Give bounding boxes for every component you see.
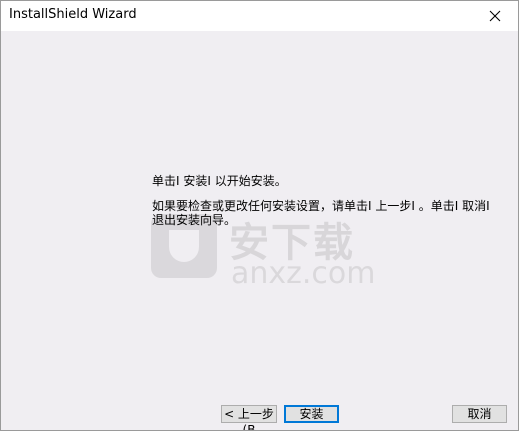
shield-icon [169,230,199,262]
title-bar: InstallShield Wizard [1,1,518,31]
installshield-window: InstallShield Wizard 安下载 anxz.com 单击Ⅰ 安装… [0,0,519,431]
close-button[interactable] [472,1,518,31]
instruction-text-review: 如果要检查或更改任何安装设置，请单击Ⅰ 上一步Ⅰ 。单击Ⅰ 取消Ⅰ 退出安装向导… [152,199,490,227]
wizard-content-panel: 安下载 anxz.com 单击Ⅰ 安装Ⅰ 以开始安装。 如果要检查或更改任何安装… [1,31,518,395]
install-button[interactable]: 安装 [284,405,339,423]
window-title: InstallShield Wizard [9,7,137,22]
wizard-button-row: < 上一步(B 安装 取消 [1,395,518,430]
watermark-en-text: anxz.com [231,256,376,291]
close-icon [489,10,501,22]
cancel-button[interactable]: 取消 [452,405,507,423]
instruction-text-start: 单击Ⅰ 安装Ⅰ 以开始安装。 [152,174,287,188]
back-button[interactable]: < 上一步(B [221,405,277,430]
